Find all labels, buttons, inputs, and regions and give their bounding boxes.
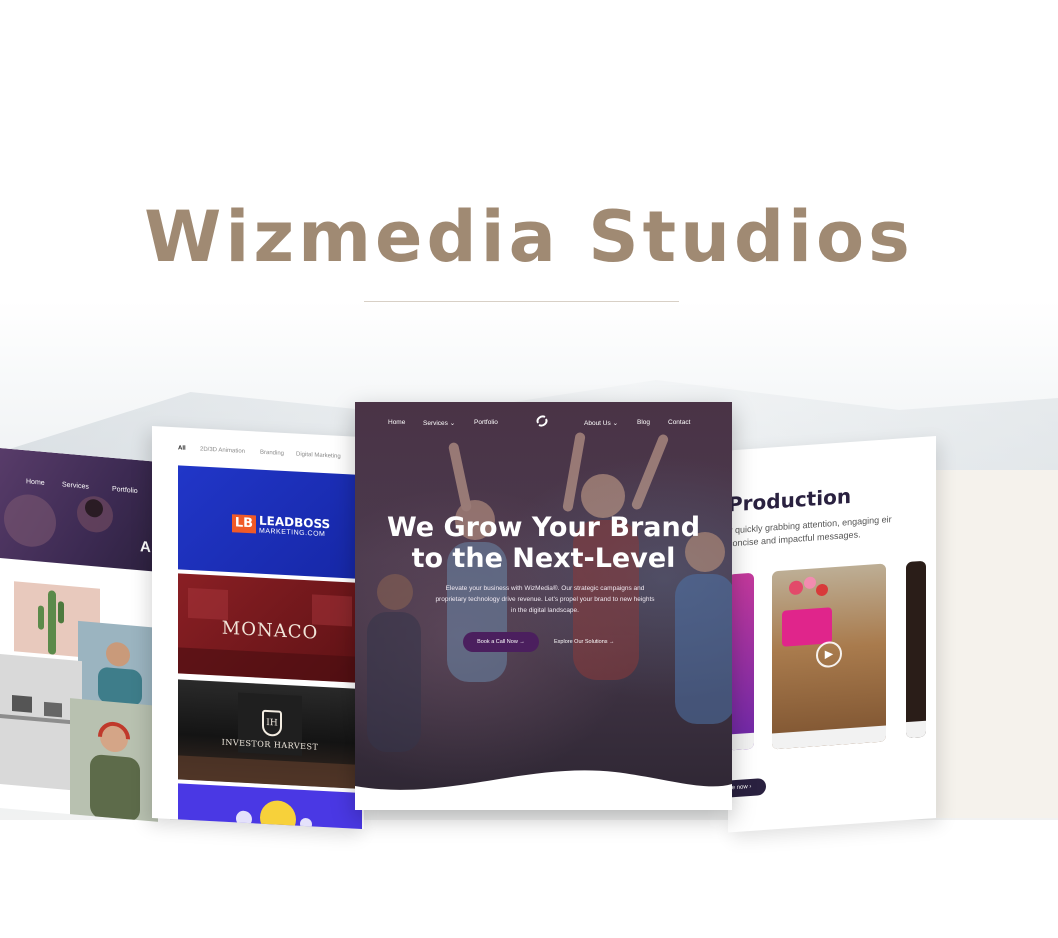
left-hero-heading: A — [140, 538, 151, 557]
nav-services-label: Services — [423, 420, 448, 427]
brand-title: Wizmedia Studios — [144, 196, 914, 278]
hero-bottom-wave — [355, 770, 732, 810]
tab-digital-marketing[interactable]: Digital Marketing — [296, 452, 341, 460]
explore-solutions-label: Explore Our Solutions — [554, 639, 608, 645]
portfolio-tile-idea[interactable] — [178, 783, 362, 830]
nav-portfolio[interactable]: Portfolio — [474, 419, 498, 426]
logo-mark-icon — [536, 415, 548, 427]
hero-title-line-1: We Grow Your Brand — [386, 512, 701, 543]
video-card-center[interactable]: ▶ — [772, 563, 886, 750]
nav-blog[interactable]: Blog — [637, 419, 650, 426]
book-call-label: Book a Call Now — [477, 639, 518, 645]
arrow-right-icon: → — [519, 639, 525, 645]
hero-page-preview: Home Services ⌄ Portfolio About Us ⌄ Blo… — [355, 402, 732, 810]
portfolio-tile-investor-harvest[interactable]: IH INVESTOR HARVEST — [178, 679, 362, 790]
explore-solutions-link[interactable]: Explore Our Solutions → — [554, 639, 615, 645]
production-cta-button[interactable]: te now › — [728, 777, 766, 798]
investor-crest-icon: IH — [262, 709, 282, 737]
woman-headphones-photo — [70, 698, 158, 823]
book-call-button[interactable]: Book a Call Now → — [463, 632, 539, 652]
title-divider — [364, 301, 679, 302]
nav-about-us[interactable]: About Us ⌄ — [584, 419, 618, 427]
production-subtitle: y quickly grabbing attention, engaging e… — [728, 514, 892, 549]
portfolio-tile-monaco[interactable]: MONACO — [178, 573, 362, 684]
arrow-right-icon: › — [749, 783, 752, 791]
tab-all[interactable]: All — [178, 445, 186, 451]
portfolio-page-preview: All 2D/3D Animation Branding Digital Mar… — [152, 426, 364, 830]
video-production-page-preview: Production y quickly grabbing attention,… — [728, 436, 936, 833]
person-icon — [98, 642, 142, 706]
lightbulb-gears-icon — [236, 800, 312, 830]
hero-title-line-2: to the Next-Level — [411, 543, 676, 574]
wizmedia-logo-icon[interactable] — [535, 414, 549, 431]
headphones-person-icon — [90, 721, 140, 822]
nav-services[interactable]: Services ⌄ — [423, 419, 455, 427]
production-cta-label: te now — [730, 784, 748, 792]
chevron-down-icon: ⌄ — [612, 420, 619, 427]
hero-description: Elevate your business with WizMedia®. Ou… — [435, 585, 655, 614]
nav-about-label: About Us — [584, 420, 611, 427]
portfolio-tile-leadboss[interactable]: LB LEADBOSS MARKETING.COM — [178, 465, 362, 580]
video-controls[interactable] — [906, 720, 926, 739]
production-heading: Production — [728, 483, 852, 517]
left-website-preview: Home Services Portfolio A — [0, 447, 170, 823]
leadboss-logo-mark: LB — [232, 514, 256, 534]
left-hero-banner: Home Services Portfolio A — [0, 447, 170, 573]
nav-contact[interactable]: Contact — [668, 419, 690, 426]
chevron-down-icon: ⌄ — [449, 420, 456, 427]
man-photo — [78, 620, 158, 708]
video-card-right[interactable] — [906, 560, 926, 739]
tab-branding[interactable]: Branding — [260, 450, 284, 457]
tab-animation[interactable]: 2D/3D Animation — [200, 447, 245, 455]
arrow-right-icon: → — [609, 639, 615, 645]
nav-home[interactable]: Home — [388, 419, 405, 426]
